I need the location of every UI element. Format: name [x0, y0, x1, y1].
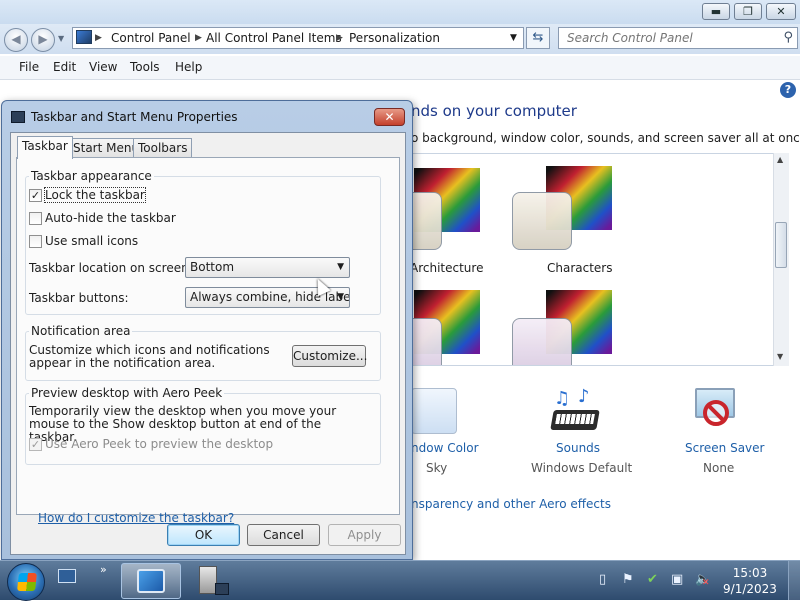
menu-tools[interactable]: Tools [130, 60, 160, 74]
ok-button[interactable]: OK [167, 524, 240, 546]
recent-pages-icon[interactable]: ▼ [58, 34, 64, 43]
location-dropdown[interactable]: Bottom ▼ [185, 257, 350, 278]
tab-taskbar[interactable]: Taskbar [17, 136, 73, 159]
dialog-body: Taskbar Start Menu Toolbars Taskbar appe… [10, 132, 406, 555]
screen-saver-value: None [703, 461, 735, 475]
aero-peek-label: Use Aero Peek to preview the desktop [45, 437, 274, 451]
breadcrumb-separator-icon: ▶ [336, 33, 343, 43]
window-color-value: Sky [426, 461, 448, 475]
window-titlebar: ▬ ❐ ✕ [0, 0, 800, 24]
quicklaunch-expand-icon[interactable]: » [100, 563, 107, 576]
sounds-icon[interactable]: ♫ ♪ [548, 386, 602, 434]
menu-bar [0, 56, 800, 80]
search-box[interactable]: ⚲ [558, 27, 798, 49]
clock-time: 15:03 [732, 566, 768, 580]
action-center-icon[interactable]: ▯ [599, 572, 606, 587]
dialog-close-button[interactable]: ✕ [374, 108, 405, 126]
chevron-down-icon: ▼ [337, 262, 344, 272]
lock-taskbar-checkbox[interactable]: ✓ [29, 189, 42, 202]
theme-item[interactable] [512, 290, 612, 365]
dialog-title: Taskbar and Start Menu Properties [31, 110, 238, 124]
breadcrumb-personalization[interactable]: Personalization [349, 31, 440, 45]
theme-label: Characters [547, 261, 613, 275]
notification-text: Customize which icons and notifications … [29, 343, 270, 370]
page-subtitle: o background, window color, sounds, and … [411, 131, 800, 145]
breadcrumb-separator-icon: ▶ [95, 33, 102, 43]
small-icons-label[interactable]: Use small icons [45, 234, 138, 248]
refresh-button[interactable]: ⇆ [526, 27, 550, 49]
maximize-button[interactable]: ❐ [734, 3, 762, 20]
theme-item[interactable] [512, 166, 612, 250]
autohide-checkbox[interactable] [29, 212, 42, 225]
security-icon[interactable]: ✔ [647, 572, 658, 587]
aero-peek-checkbox[interactable]: ✓ [29, 438, 42, 451]
theme-item[interactable] [412, 166, 482, 250]
taskbar-properties-icon [11, 111, 25, 123]
theme-label: Architecture [411, 261, 484, 275]
minimize-button[interactable]: ▬ [702, 3, 730, 20]
flag-icon[interactable]: ⚑ [622, 572, 634, 587]
scroll-up-icon[interactable]: ▲ [777, 155, 783, 164]
breadcrumb-all-items[interactable]: All Control Panel Items [206, 31, 342, 45]
clock-date: 9/1/2023 [723, 582, 777, 596]
scroll-down-icon[interactable]: ▼ [777, 352, 783, 361]
appearance-group-title: Taskbar appearance [29, 169, 154, 183]
clock[interactable]: 15:03 9/1/2023 [720, 565, 780, 597]
apply-button[interactable]: Apply [328, 524, 401, 546]
search-icon[interactable]: ⚲ [783, 30, 793, 45]
small-icons-checkbox[interactable] [29, 235, 42, 248]
tab-panel: Taskbar appearance ✓ Lock the taskbar Au… [16, 157, 400, 525]
cancel-button[interactable]: Cancel [247, 524, 320, 546]
menu-file[interactable]: File [19, 60, 39, 74]
location-value: Bottom [190, 260, 235, 274]
sounds-value: Windows Default [531, 461, 633, 475]
help-link[interactable]: How do I customize the taskbar? [38, 511, 234, 525]
address-bar[interactable]: ▶ Control Panel ▶ All Control Panel Item… [72, 27, 524, 49]
screen-saver-icon[interactable] [693, 386, 741, 432]
start-button[interactable] [7, 563, 45, 601]
customize-button[interactable]: Customize... [292, 345, 367, 367]
tab-toolbars[interactable]: Toolbars [133, 138, 193, 158]
show-desktop-quicklaunch-icon[interactable] [58, 569, 76, 583]
screen-saver-link[interactable]: Screen Saver [685, 441, 764, 455]
back-button[interactable]: ◀ [4, 28, 28, 52]
taskbar-properties-dialog: Taskbar and Start Menu Properties ✕ Task… [1, 100, 413, 560]
taskbar-properties-button[interactable] [185, 563, 243, 599]
taskbar-control-panel-button[interactable] [121, 563, 181, 599]
show-desktop-button[interactable] [788, 561, 800, 600]
sounds-link[interactable]: Sounds [556, 441, 600, 455]
network-icon[interactable]: ▣ [671, 572, 683, 587]
notification-group-title: Notification area [29, 324, 133, 338]
menu-edit[interactable]: Edit [53, 60, 76, 74]
scroll-thumb[interactable] [775, 222, 787, 268]
menu-help[interactable]: Help [175, 60, 202, 74]
control-panel-icon [137, 569, 165, 593]
page-title: nds on your computer [411, 102, 577, 120]
control-panel-icon [76, 30, 92, 44]
theme-item[interactable] [412, 290, 482, 365]
menu-view[interactable]: View [89, 60, 117, 74]
breadcrumb-separator-icon: ▶ [195, 33, 202, 43]
peek-group-title: Preview desktop with Aero Peek [29, 386, 225, 400]
window-color-icon[interactable] [411, 388, 457, 434]
close-window-button[interactable]: ✕ [766, 3, 796, 20]
search-input[interactable] [565, 29, 775, 47]
mute-x-icon: ✕ [702, 578, 710, 588]
window-color-link[interactable]: ndow Color [411, 441, 479, 455]
breadcrumb-control-panel[interactable]: Control Panel [111, 31, 191, 45]
autohide-label[interactable]: Auto-hide the taskbar [45, 211, 176, 225]
forward-button[interactable]: ▶ [31, 28, 55, 52]
chevron-down-icon: ▼ [337, 292, 344, 302]
address-dropdown-icon[interactable]: ▼ [510, 33, 517, 43]
help-icon[interactable]: ? [780, 82, 796, 98]
themes-list: Architecture Characters [411, 153, 789, 366]
lock-taskbar-label[interactable]: Lock the taskbar [44, 187, 146, 203]
location-label: Taskbar location on screen: [29, 261, 193, 275]
buttons-label: Taskbar buttons: [29, 291, 129, 305]
transparency-link[interactable]: nsparency and other Aero effects [411, 497, 611, 511]
